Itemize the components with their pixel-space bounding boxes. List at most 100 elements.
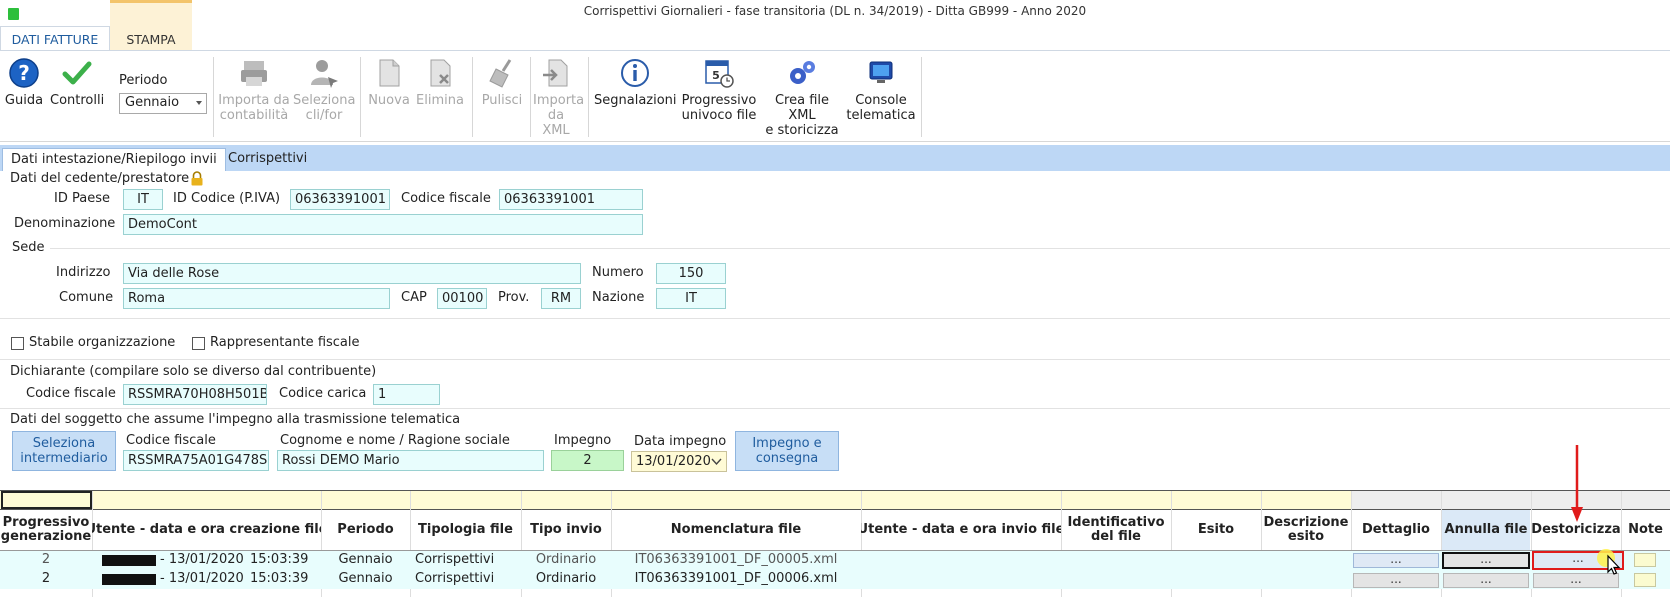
impegno-consegna-button[interactable]: Impegno e consegna [735, 431, 839, 471]
progressivo-label-1: Progressivo [681, 93, 757, 108]
nuova-button[interactable]: Nuova [367, 57, 411, 108]
header-utente-creazione[interactable]: Utente - data e ora creazione file [92, 514, 321, 546]
header-descrizione-1: Descrizione [1263, 515, 1349, 530]
header-annulla[interactable]: Annulla file [1441, 514, 1531, 546]
codice-carica-field[interactable]: 1 [373, 384, 440, 405]
tab-dati-fatture[interactable]: DATI FATTURE [0, 26, 110, 52]
impegno-consegna-label-2: consegna [755, 451, 819, 466]
stabile-checkbox[interactable] [11, 337, 24, 350]
header-utente-invio[interactable]: Utente - data e ora invio file [861, 514, 1061, 546]
console-label-2: telematica [846, 108, 916, 123]
indirizzo-label: Indirizzo [56, 265, 111, 280]
pulisci-button[interactable]: Pulisci [478, 57, 526, 108]
row2-dettaglio-button[interactable]: ... [1353, 573, 1439, 588]
row1-dettaglio-button[interactable]: ... [1353, 553, 1439, 568]
header-progressivo[interactable]: Progressivo generazione [0, 514, 92, 546]
row1-data: - 13/01/2020 [160, 552, 244, 567]
header-tipo-invio[interactable]: Tipo invio [521, 514, 611, 546]
progressivo-button[interactable]: 5 Progressivo univoco file [680, 57, 758, 123]
broom-icon [489, 59, 512, 88]
impegno-field[interactable]: 2 [551, 450, 624, 471]
data-impegno-value: 13/01/2020 [636, 454, 711, 469]
row2-annulla-button[interactable]: ... [1443, 573, 1529, 588]
header-esito[interactable]: Esito [1171, 514, 1261, 546]
id-codice-field[interactable]: 06363391001 [290, 189, 390, 210]
console-button[interactable]: Console telematica [846, 57, 916, 123]
header-dettaglio[interactable]: Dettaglio [1351, 514, 1441, 546]
header-note[interactable]: Note [1621, 514, 1670, 546]
importa-contabilita-button[interactable]: Importa da contabilità [218, 57, 290, 123]
crea-xml-button[interactable]: Crea file XML e storicizza [761, 57, 843, 138]
comune-field[interactable]: Roma [123, 288, 390, 309]
impegno-consegna-label-1: Impegno e [752, 436, 822, 451]
cognome-field[interactable]: Rossi DEMO Mario [277, 450, 544, 471]
row1-tipologia: Corrispettivi [415, 552, 495, 567]
row1-annulla-button[interactable]: ... [1442, 552, 1530, 569]
header-descrizione[interactable]: Descrizione esito [1261, 514, 1351, 546]
id-paese-label: ID Paese [54, 191, 110, 206]
new-document-icon [379, 59, 400, 87]
divider [0, 359, 1670, 360]
seleziona-clifor-label-2: cli/for [305, 108, 343, 123]
seleziona-intermediario-label-1: Seleziona [32, 436, 96, 451]
nuova-label: Nuova [368, 93, 410, 108]
impegno-cf-field[interactable]: RSSMRA75A01G478S [123, 450, 269, 471]
progressivo-label-2: univoco file [681, 108, 757, 123]
id-codice-label: ID Codice (P.IVA) [173, 191, 281, 206]
seleziona-intermediario-button[interactable]: Seleziona intermediario [12, 431, 116, 471]
row2-utente-redacted [102, 574, 156, 585]
segnalazioni-button[interactable]: Segnalazioni [594, 57, 677, 108]
header-identificativo[interactable]: Identificativo del file [1061, 514, 1171, 546]
dichiarante-cf-field[interactable]: RSSMRA70H08H501B [123, 384, 267, 405]
seleziona-intermediario-label-2: intermediario [20, 451, 108, 466]
row1-nomenclatura: IT06363391001_DF_00005.xml [634, 552, 838, 567]
id-paese-field[interactable]: IT [123, 189, 163, 210]
nazione-field[interactable]: IT [656, 288, 726, 309]
elimina-button[interactable]: Elimina [415, 57, 465, 108]
separator [472, 57, 473, 137]
tab-dati-intestazione[interactable]: Dati intestazione/Riepilogo invii [2, 148, 226, 171]
row2-ora: 15:03:39 [250, 571, 309, 586]
header-tipologia[interactable]: Tipologia file [410, 514, 521, 546]
importa-xml-button[interactable]: Importa da XML [533, 57, 584, 138]
header-progressivo-2: generazione [0, 529, 92, 544]
denominazione-label: Denominazione [14, 216, 116, 231]
cedente-cf-field[interactable]: 06363391001 [499, 189, 643, 210]
header-periodo[interactable]: Periodo [321, 514, 410, 546]
separator [921, 57, 922, 137]
printer-icon [241, 61, 267, 86]
separator [360, 57, 361, 137]
numero-label: Numero [592, 265, 644, 280]
header-nomenclatura[interactable]: Nomenclatura file [611, 514, 861, 546]
denominazione-field[interactable]: DemoCont [123, 214, 643, 235]
rappresentante-checkbox[interactable] [192, 337, 205, 350]
rappresentante-label: Rappresentante fiscale [210, 335, 360, 350]
numero-field[interactable]: 150 [656, 263, 726, 284]
cap-field[interactable]: 00100 [437, 288, 487, 309]
importa-xml-label-1: Importa [533, 93, 585, 108]
row1-note-icon[interactable] [1634, 553, 1656, 567]
comune-label: Comune [59, 290, 114, 305]
controlli-button[interactable]: Controlli [50, 57, 104, 108]
indirizzo-field[interactable]: Via delle Rose [123, 263, 581, 284]
grid-filter-row [0, 491, 1351, 509]
row2-note-icon[interactable] [1634, 573, 1656, 587]
grid-filter-row-gray [1351, 491, 1670, 509]
monitor-icon [869, 61, 893, 83]
data-impegno-label: Data impegno [634, 434, 727, 449]
periodo-value: Gennaio [125, 95, 180, 110]
periodo-select[interactable]: Gennaio [119, 93, 207, 114]
prov-field[interactable]: RM [541, 288, 581, 309]
tab-corrispettivi[interactable]: Corrispettivi [220, 148, 315, 171]
seleziona-clifor-button[interactable]: Seleziona cli/for [293, 57, 355, 123]
ribbon-toolbar: ? Guida Controlli Periodo Gennaio Import… [0, 50, 1670, 142]
grid-filter-cell-active[interactable] [1, 491, 92, 509]
nazione-label: Nazione [592, 290, 645, 305]
title-bar: Corrispettivi Giornalieri - fase transit… [0, 0, 1670, 26]
help-icon: ? [9, 58, 39, 88]
tab-stampa[interactable]: STAMPA [110, 0, 192, 50]
calendar-clock-icon: 5 [705, 60, 734, 88]
guida-button[interactable]: ? Guida [4, 57, 44, 108]
chevron-down-icon [196, 101, 202, 105]
chevron-down-icon [711, 458, 722, 466]
